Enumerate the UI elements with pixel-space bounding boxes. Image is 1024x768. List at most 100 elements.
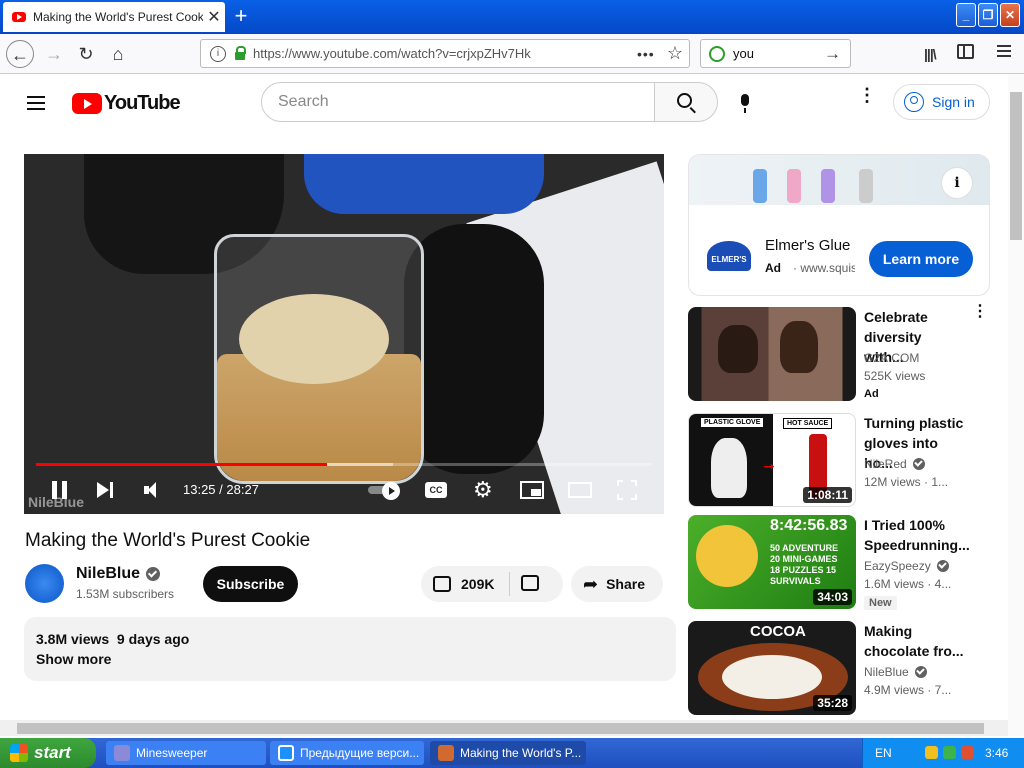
window-close-button[interactable]: ✕ <box>1000 3 1020 27</box>
language-indicator[interactable]: EN <box>875 746 892 760</box>
browser-search-text[interactable]: you <box>733 46 824 61</box>
back-button[interactable]: ← <box>6 40 34 68</box>
verified-badge-icon <box>936 560 949 572</box>
browser-search-field[interactable]: you → <box>700 39 851 68</box>
clock: 3:46 <box>985 746 1009 760</box>
horizontal-scrollbar[interactable] <box>0 720 1008 736</box>
subscribe-button[interactable]: Subscribe <box>203 566 298 602</box>
recommendation-item[interactable]: Celebrate diversity with... G2A.COM 525K… <box>688 304 990 401</box>
learn-more-button[interactable]: Learn more <box>869 241 973 277</box>
vertical-scroll-thumb[interactable] <box>1010 92 1022 240</box>
recommendation-item[interactable]: COCOA 35:28 Making chocolate fro... Nile… <box>688 621 990 715</box>
hamburger-menu-icon[interactable] <box>997 45 1011 57</box>
youtube-play-logo-icon <box>72 93 102 114</box>
video-player[interactable]: NileBlue <box>24 154 664 514</box>
start-button[interactable]: start <box>0 738 96 768</box>
sign-in-button[interactable]: Sign in <box>893 84 990 120</box>
url-text[interactable]: https://www.youtube.com/watch?v=crjxpZHv… <box>253 46 637 61</box>
video-frame-glove-right <box>404 224 544 474</box>
recommendation-title[interactable]: Making chocolate fro... <box>864 621 964 661</box>
thumbnail-label: PLASTIC GLOVE <box>701 418 764 427</box>
ad-title[interactable]: Elmer's Glue <box>765 237 850 254</box>
window-maximize-button[interactable]: ❐ <box>978 3 998 27</box>
recommendation-item[interactable]: 8:42:56.83 50 ADVENTURE 20 MINI-GAMES 18… <box>688 515 990 610</box>
window-minimize-button[interactable]: _ <box>956 3 976 27</box>
dislike-button[interactable] <box>521 575 545 595</box>
browser-tab-active[interactable]: Making the World's Purest Cookie ✕ <box>3 2 225 32</box>
guide-menu-icon[interactable] <box>27 96 45 110</box>
recommendation-kebab-icon[interactable]: ⋮ <box>972 304 988 320</box>
like-count: 209K <box>461 576 495 592</box>
share-button[interactable]: ➦ Share <box>571 566 663 602</box>
show-more-link[interactable]: Show more <box>36 651 111 667</box>
taskbar-item-previous-versions[interactable]: Предыдущие верси... <box>270 741 424 765</box>
youtube-logo[interactable]: YouTube <box>72 92 181 115</box>
sidebar-toggle-icon[interactable] <box>957 44 974 59</box>
next-video-button[interactable] <box>97 482 115 498</box>
vertical-scrollbar[interactable] <box>1008 74 1024 736</box>
forward-button[interactable]: → <box>40 40 68 68</box>
like-divider <box>509 572 510 596</box>
duration-badge: 34:03 <box>813 589 852 605</box>
fullscreen-button[interactable] <box>617 480 637 500</box>
recommendation-channel: G2A.COM <box>864 351 919 365</box>
page-actions-icon[interactable]: ••• <box>637 46 661 62</box>
channel-name-link[interactable]: NileBlue <box>76 565 161 583</box>
address-bar[interactable]: i https://www.youtube.com/watch?v=crjxpZ… <box>200 39 690 68</box>
minesweeper-icon <box>114 745 130 761</box>
taskbar-item-label: Making the World's P... <box>460 746 582 760</box>
autoplay-toggle[interactable] <box>368 482 402 500</box>
reload-button[interactable]: ↻ <box>72 40 100 68</box>
tray-app-icon[interactable] <box>961 746 974 759</box>
ad-info-icon[interactable]: i <box>941 167 973 199</box>
browser-toolbar: ← → ↻ ⌂ i https://www.youtube.com/watch?… <box>0 34 1024 74</box>
recommendation-views: 525K views <box>864 369 926 383</box>
pause-button[interactable] <box>52 481 68 499</box>
like-dislike-group: 209K <box>421 566 563 602</box>
voice-search-button[interactable] <box>731 82 761 122</box>
glue-bottle-image <box>859 169 873 203</box>
recommendation-item[interactable]: PLASTIC GLOVE HOT SAUCE ➞ 1:08:11 Turnin… <box>688 413 990 507</box>
window-app-icon <box>278 745 294 761</box>
taskbar-item-browser[interactable]: Making the World's P... <box>430 741 586 765</box>
horizontal-scroll-thumb[interactable] <box>17 723 984 734</box>
miniplayer-button[interactable] <box>520 481 544 499</box>
recommendation-title[interactable]: I Tried 100% Speedrunning... <box>864 515 970 555</box>
youtube-search-input[interactable]: Search <box>261 82 655 122</box>
home-button[interactable]: ⌂ <box>104 40 132 68</box>
ad-card[interactable]: i ELMER'S Elmer's Glue Ad · www.squishy … <box>688 154 990 296</box>
bookmark-star-icon[interactable]: ☆ <box>661 43 689 64</box>
search-engine-icon[interactable] <box>709 45 725 62</box>
library-icon[interactable]: |||\ <box>924 46 937 62</box>
settings-gear-icon[interactable]: ⚙ <box>473 479 495 501</box>
system-tray: EN 3:46 <box>862 738 1024 768</box>
video-thumbnail[interactable] <box>688 307 856 401</box>
like-button[interactable]: 209K <box>421 566 509 602</box>
channel-avatar[interactable] <box>25 564 64 603</box>
settings-kebab-icon[interactable]: ⋮ <box>858 86 876 112</box>
seek-bar[interactable] <box>36 463 652 466</box>
security-shield-icon[interactable] <box>925 746 938 759</box>
verified-badge-icon <box>146 567 161 581</box>
taskbar-item-label: Предыдущие верси... <box>300 746 420 760</box>
sign-in-label: Sign in <box>932 94 975 110</box>
taskbar-item-minesweeper[interactable]: Minesweeper <box>106 741 266 765</box>
youtube-search-button[interactable] <box>654 82 718 122</box>
subtitles-button[interactable]: CC <box>425 482 447 498</box>
channel-name: NileRed <box>864 457 907 471</box>
duration-badge: 35:28 <box>813 695 852 711</box>
glue-bottle-image <box>821 169 835 203</box>
description-box[interactable]: 3.8M views 9 days ago Show more <box>24 617 676 681</box>
video-frame-beaker <box>214 234 424 484</box>
tab-close-icon[interactable]: ✕ <box>203 7 225 27</box>
share-arrow-icon: ➦ <box>583 573 599 594</box>
start-label: start <box>34 743 71 762</box>
verified-badge-icon <box>914 666 927 678</box>
tab-title: Making the World's Purest Cookie <box>33 10 203 24</box>
network-icon[interactable] <box>943 746 956 759</box>
site-info-icon[interactable]: i <box>210 45 226 62</box>
search-go-icon[interactable]: → <box>824 44 850 64</box>
new-tab-button[interactable]: + <box>228 4 254 30</box>
volume-icon[interactable] <box>144 481 164 499</box>
theater-mode-button[interactable] <box>568 482 592 498</box>
